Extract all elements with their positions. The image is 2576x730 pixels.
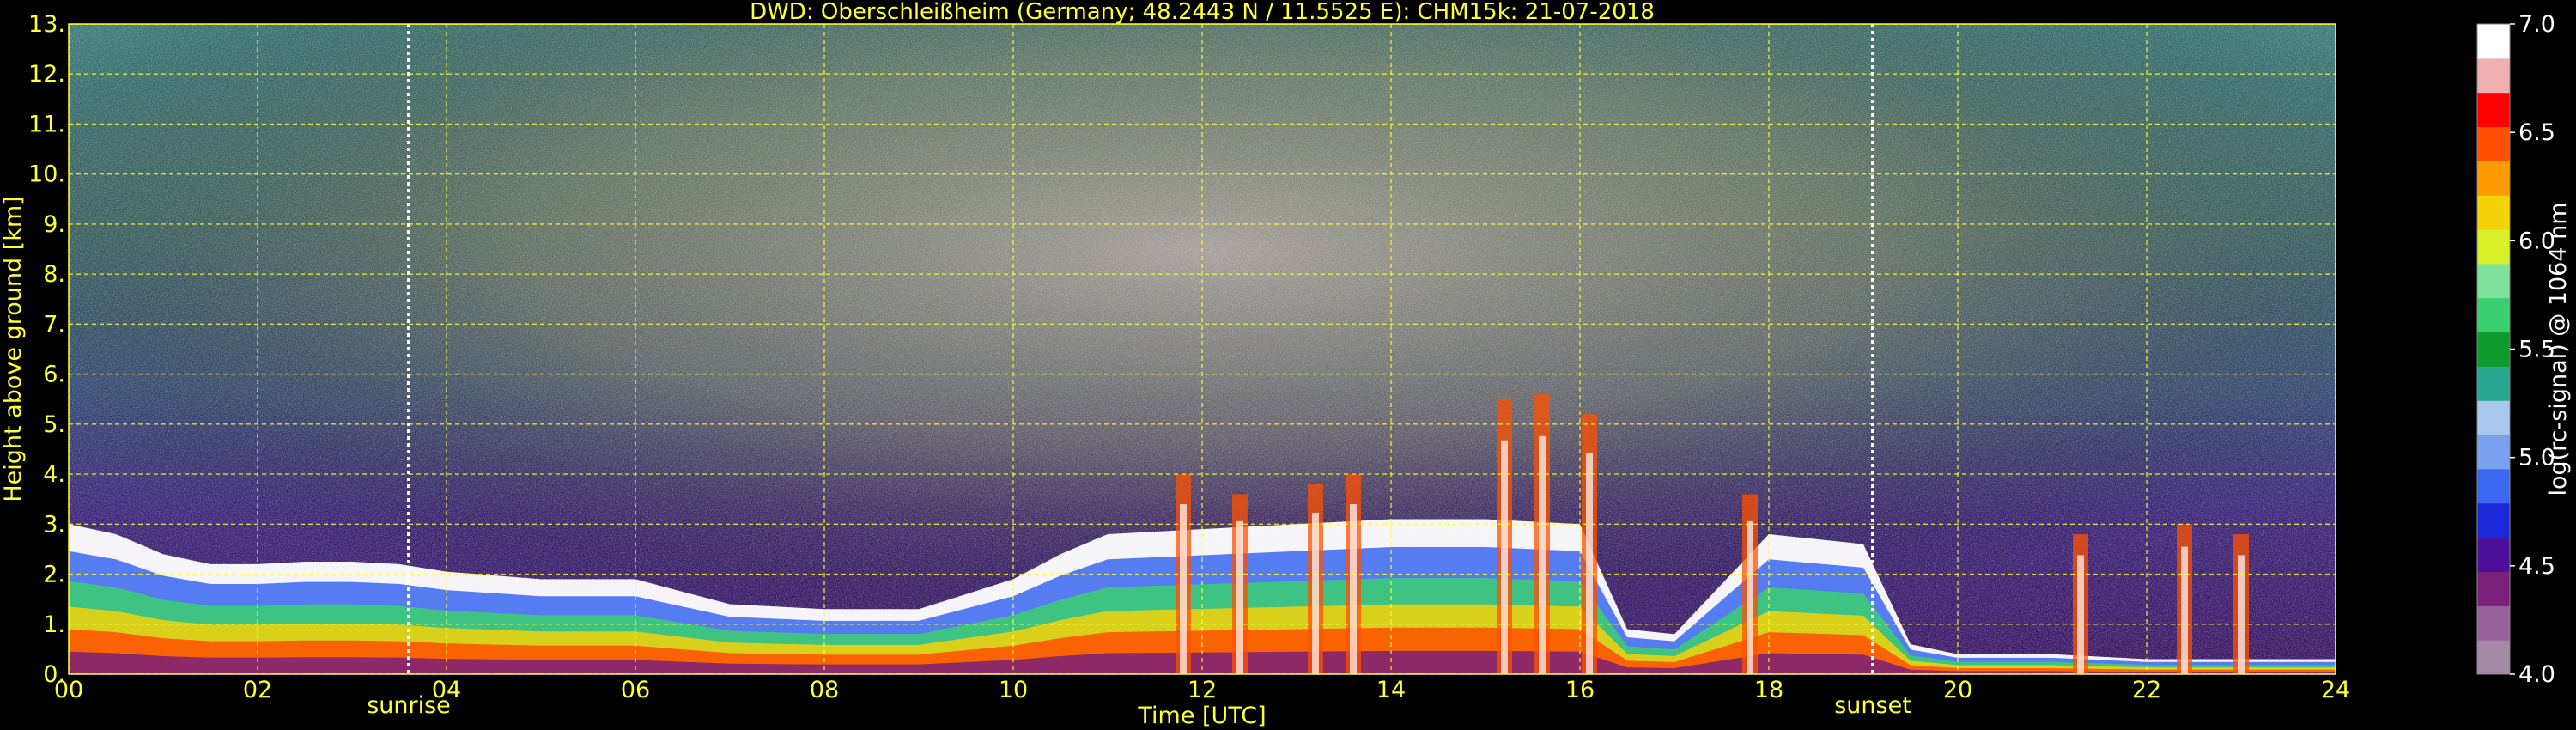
- colorbar-segment: [2477, 605, 2510, 641]
- x-tick-label: 12: [1188, 677, 1217, 703]
- y-tick-label: 0.: [43, 661, 65, 688]
- y-tick-label: 2.: [43, 562, 65, 588]
- colorbar-segment: [2477, 571, 2510, 606]
- colorbar-segment: [2477, 24, 2510, 59]
- colorbar-segment: [2477, 640, 2510, 675]
- colorbar-segment: [2477, 263, 2510, 299]
- plume-core-mark: [2181, 546, 2188, 674]
- plume-core-mark: [1539, 435, 1546, 674]
- plume-core-mark: [2077, 555, 2084, 674]
- colorbar-label: log(rc-signal) @ 1064 nm: [2545, 202, 2572, 496]
- colorbar-tick-label: 6.5: [2518, 119, 2555, 146]
- colorbar-segment: [2477, 332, 2510, 367]
- ceilometer-chart: DWD: Oberschleißheim (Germany; 48.2443 N…: [0, 0, 2576, 730]
- x-tick-label: 16: [1565, 677, 1595, 703]
- colorbar-tick-label: 4.0: [2518, 661, 2555, 688]
- colorbar-segment: [2477, 435, 2510, 470]
- y-tick-label: 5.: [43, 411, 65, 438]
- y-tick-label: 7.: [43, 311, 65, 338]
- x-tick-label: 02: [243, 677, 272, 703]
- colorbar-segment: [2477, 502, 2510, 538]
- x-tick-label: 18: [1754, 677, 1783, 703]
- colorbar-tick-label: 7.0: [2518, 11, 2555, 38]
- colorbar-segment: [2477, 366, 2510, 401]
- colorbar-segment: [2477, 92, 2510, 128]
- y-axis-label: Height above ground [km]: [0, 196, 27, 502]
- colorbar-segment: [2477, 468, 2510, 504]
- colorbar-tick-label: 4.5: [2518, 553, 2555, 580]
- y-tick-labels: 0. 1. 2. 3. 4. 5. 6. 7. 8. 9. 10. 11. 12. 13.: [28, 11, 65, 688]
- y-tick-label: 8.: [43, 261, 65, 288]
- colorbar-segment: [2477, 58, 2510, 94]
- colorbar-segment: [2477, 229, 2510, 265]
- plume-core-mark: [1350, 504, 1357, 674]
- plume-core-mark: [1180, 504, 1187, 674]
- plume-core-mark: [1236, 520, 1243, 674]
- plume-core-mark: [1312, 512, 1319, 674]
- x-tick-label: 24: [2321, 677, 2350, 703]
- colorbar-segment: [2477, 297, 2510, 333]
- colorbar: [2476, 23, 2511, 675]
- plume-core-mark: [1747, 520, 1753, 674]
- annotation-label: sunset: [1834, 692, 1911, 719]
- y-tick-label: 11.: [28, 111, 65, 137]
- colorbar-segment: [2477, 195, 2510, 230]
- plume-core-mark: [2238, 555, 2245, 674]
- chart-title: DWD: Oberschleißheim (Germany; 48.2443 N…: [750, 0, 1655, 25]
- x-tick-label: 22: [2132, 677, 2161, 703]
- x-tick-label: 08: [810, 677, 839, 703]
- x-axis-label: Time [UTC]: [1137, 703, 1266, 729]
- plume-core-mark: [1501, 440, 1508, 674]
- x-tick-label: 20: [1943, 677, 1972, 703]
- colorbar-segment: [2477, 161, 2510, 196]
- plume-core-mark: [1586, 453, 1593, 674]
- y-tick-label: 9.: [43, 211, 65, 238]
- annotation-label: sunrise: [367, 692, 451, 719]
- y-tick-label: 4.: [43, 461, 65, 488]
- colorbar-segment: [2477, 126, 2510, 161]
- y-tick-label: 13.: [28, 11, 65, 38]
- y-tick-label: 3.: [43, 511, 65, 538]
- x-tick-label: 10: [999, 677, 1028, 703]
- y-tick-label: 1.: [43, 611, 65, 638]
- x-tick-label: 06: [621, 677, 650, 703]
- x-tick-label: 14: [1376, 677, 1406, 703]
- y-tick-label: 10.: [28, 161, 65, 188]
- colorbar-segment: [2477, 400, 2510, 435]
- y-tick-label: 6.: [43, 362, 65, 388]
- chart-svg: DWD: Oberschleißheim (Germany; 48.2443 N…: [0, 0, 2572, 729]
- y-tick-label: 12.: [28, 61, 65, 88]
- colorbar-segment: [2477, 537, 2510, 572]
